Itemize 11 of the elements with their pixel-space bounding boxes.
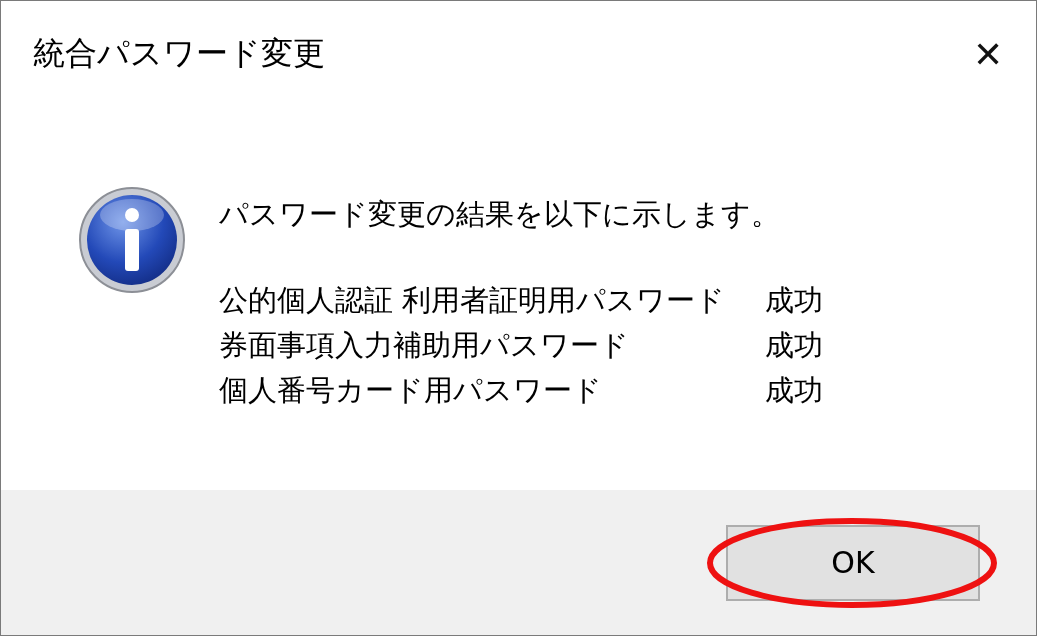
message-text: パスワード変更の結果を以下に示します。	[219, 196, 781, 233]
result-text: 成功	[765, 282, 824, 319]
password-label: 公的個人認証 利用者証明用パスワード	[219, 282, 726, 319]
password-label: 個人番号カード用パスワード	[219, 372, 603, 409]
info-icon	[77, 185, 187, 295]
ok-button[interactable]: OK	[726, 524, 980, 601]
password-label: 券面事項入力補助用パスワード	[219, 327, 630, 364]
window-title: 統合パスワード変更	[33, 33, 325, 74]
close-button[interactable]: ✕	[958, 24, 1018, 84]
result-text: 成功	[765, 372, 824, 409]
result-text: 成功	[765, 327, 824, 364]
